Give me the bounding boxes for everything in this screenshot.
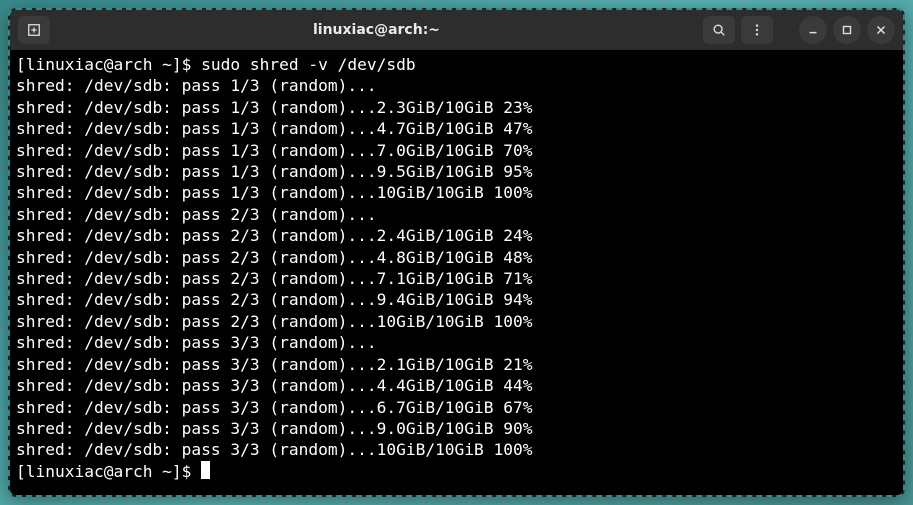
output-line: shred: /dev/sdb: pass 2/3 (random)...9.4… bbox=[16, 289, 897, 310]
final-prompt-line: [linuxiac@arch ~]$ bbox=[16, 461, 897, 482]
output-line: shred: /dev/sdb: pass 1/3 (random)...10G… bbox=[16, 182, 897, 203]
menu-button[interactable] bbox=[741, 16, 773, 44]
minimize-icon bbox=[806, 23, 820, 37]
window-title: linuxiac@arch:~ bbox=[56, 22, 697, 38]
output-line: shred: /dev/sdb: pass 2/3 (random)...4.8… bbox=[16, 247, 897, 268]
output-line: shred: /dev/sdb: pass 1/3 (random)...2.3… bbox=[16, 97, 897, 118]
close-icon bbox=[874, 23, 888, 37]
output-line: shred: /dev/sdb: pass 2/3 (random)...7.1… bbox=[16, 268, 897, 289]
output-line: shred: /dev/sdb: pass 3/3 (random)...10G… bbox=[16, 439, 897, 460]
titlebar: linuxiac@arch:~ bbox=[10, 10, 903, 50]
output-line: shred: /dev/sdb: pass 1/3 (random)...4.7… bbox=[16, 118, 897, 139]
menu-icon bbox=[750, 23, 764, 37]
search-icon bbox=[712, 23, 726, 37]
output-line: shred: /dev/sdb: pass 3/3 (random)...9.0… bbox=[16, 418, 897, 439]
close-button[interactable] bbox=[867, 16, 895, 44]
new-tab-icon bbox=[27, 23, 41, 37]
terminal-window: linuxiac@arch:~ [linuxiac@arch ~]$ sudo … bbox=[8, 8, 905, 497]
output-line: shred: /dev/sdb: pass 2/3 (random)...10G… bbox=[16, 311, 897, 332]
output-line: shred: /dev/sdb: pass 1/3 (random)...7.0… bbox=[16, 140, 897, 161]
prompt-line: [linuxiac@arch ~]$ sudo shred -v /dev/sd… bbox=[16, 54, 897, 75]
output-line: shred: /dev/sdb: pass 1/3 (random)...9.5… bbox=[16, 161, 897, 182]
output-line: shred: /dev/sdb: pass 1/3 (random)... bbox=[16, 75, 897, 96]
terminal-body[interactable]: [linuxiac@arch ~]$ sudo shred -v /dev/sd… bbox=[10, 50, 903, 495]
output-line: shred: /dev/sdb: pass 3/3 (random)... bbox=[16, 332, 897, 353]
minimize-button[interactable] bbox=[799, 16, 827, 44]
maximize-button[interactable] bbox=[833, 16, 861, 44]
search-button[interactable] bbox=[703, 16, 735, 44]
output-line: shred: /dev/sdb: pass 2/3 (random)... bbox=[16, 204, 897, 225]
prompt-prefix: [linuxiac@arch ~]$ bbox=[16, 462, 201, 481]
cursor bbox=[201, 461, 210, 479]
output-line: shred: /dev/sdb: pass 3/3 (random)...4.4… bbox=[16, 375, 897, 396]
output-line: shred: /dev/sdb: pass 2/3 (random)...2.4… bbox=[16, 225, 897, 246]
prompt-prefix: [linuxiac@arch ~]$ bbox=[16, 55, 201, 74]
command-text: sudo shred -v /dev/sdb bbox=[201, 55, 415, 74]
output-line: shred: /dev/sdb: pass 3/3 (random)...6.7… bbox=[16, 397, 897, 418]
new-tab-button[interactable] bbox=[18, 16, 50, 44]
output-line: shred: /dev/sdb: pass 3/3 (random)...2.1… bbox=[16, 354, 897, 375]
maximize-icon bbox=[840, 23, 854, 37]
